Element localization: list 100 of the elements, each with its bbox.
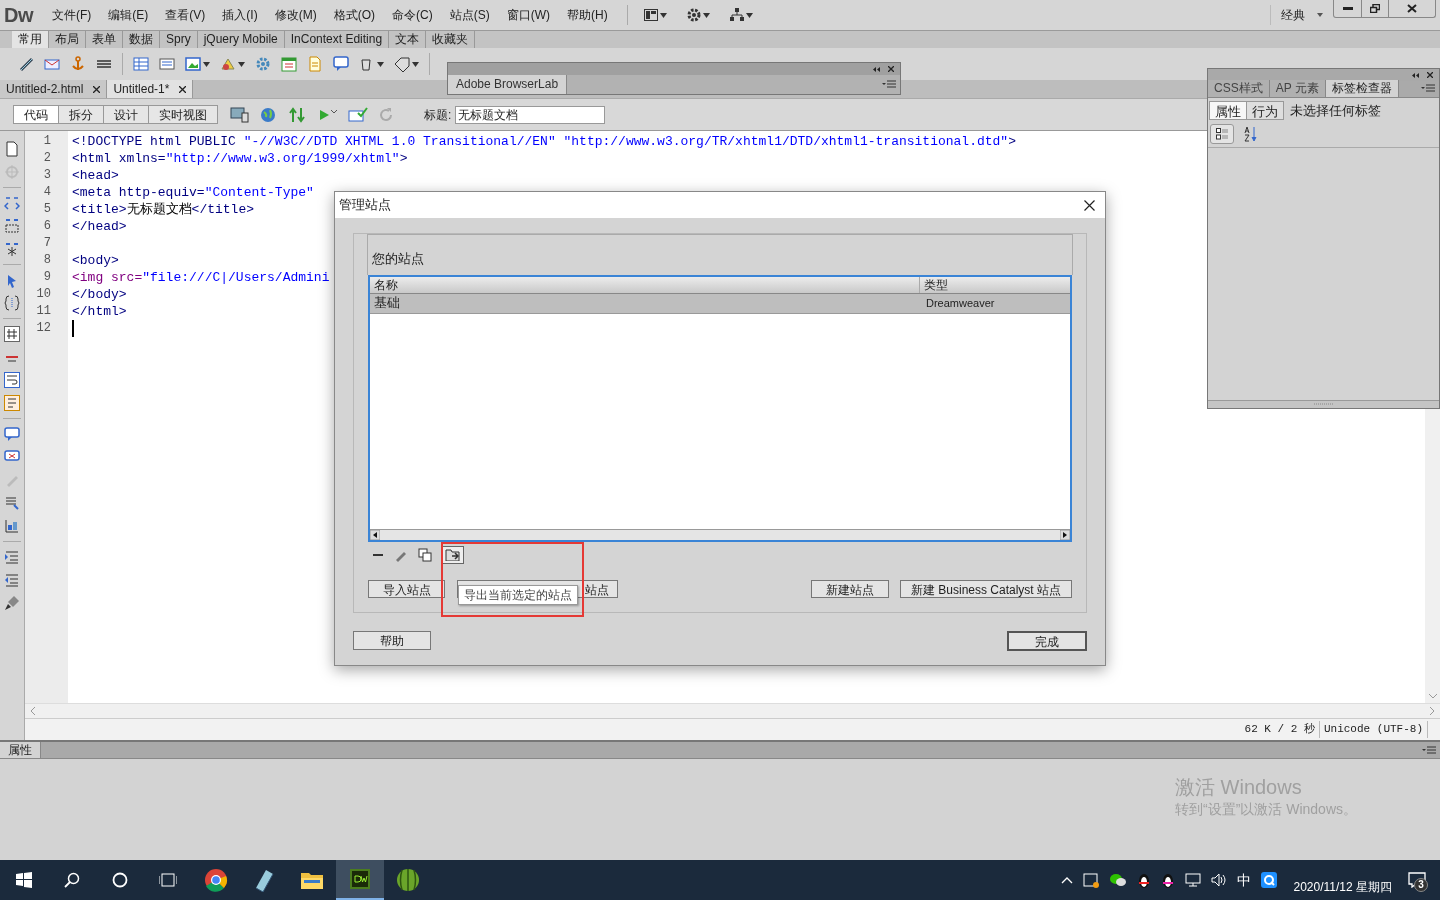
menu-item[interactable]: 查看(V) <box>158 6 213 24</box>
form-icon[interactable] <box>159 56 175 72</box>
panel-tab[interactable]: CSS样式 <box>1208 80 1270 97</box>
braces-icon[interactable] <box>4 295 20 311</box>
folder-icon[interactable] <box>300 870 324 890</box>
column-header[interactable]: 名称 <box>370 276 920 293</box>
view-button[interactable]: 设计 <box>103 105 149 124</box>
menu-item[interactable]: 格式(O) <box>326 6 382 24</box>
view-button[interactable]: 代码 <box>13 105 59 124</box>
penguin-icon[interactable] <box>1137 872 1152 888</box>
hash-icon[interactable] <box>4 326 20 342</box>
close-icon[interactable] <box>93 85 101 93</box>
network-icon[interactable] <box>1185 873 1202 887</box>
caret-icon[interactable] <box>702 12 710 18</box>
chrome-icon[interactable] <box>204 868 228 892</box>
duplicate-icon[interactable] <box>418 548 432 562</box>
tag-icon[interactable] <box>394 56 410 72</box>
column-header[interactable]: 类型 <box>920 276 1070 293</box>
menu-item[interactable]: 文件(F) <box>45 6 99 24</box>
caret-icon[interactable] <box>745 12 753 18</box>
table-icon[interactable] <box>133 56 149 72</box>
image-icon[interactable] <box>185 56 201 72</box>
panel-title[interactable]: 属性 <box>0 742 41 758</box>
paragraph-icon[interactable] <box>4 395 20 411</box>
menu-item[interactable]: 编辑(E) <box>101 6 156 24</box>
document-tab[interactable]: Untitled-2.html <box>0 80 108 98</box>
globe-icon[interactable] <box>260 106 278 123</box>
category-view-button[interactable] <box>1210 123 1234 144</box>
checklist-icon[interactable] <box>348 106 368 123</box>
asterisk-icon[interactable] <box>4 241 20 257</box>
penguin-icon[interactable] <box>1161 872 1176 888</box>
sitemap-icon[interactable] <box>729 8 744 22</box>
brush-icon[interactable] <box>4 595 20 611</box>
panel-tab[interactable]: Adobe BrowserLab <box>448 75 568 94</box>
document-icon[interactable] <box>4 141 20 157</box>
devices-icon[interactable] <box>230 106 250 123</box>
export-site-button[interactable] <box>442 546 464 564</box>
chat-bubbles-icon[interactable] <box>1109 873 1128 887</box>
indent-icon[interactable] <box>4 549 20 565</box>
dashed-box-icon[interactable] <box>4 218 20 234</box>
view-button[interactable]: 拆分 <box>58 105 104 124</box>
menu-item[interactable]: 修改(M) <box>267 6 324 24</box>
sub-tab[interactable]: 属性 <box>1209 101 1247 121</box>
help-button[interactable]: 帮助 <box>353 631 431 650</box>
menu-item[interactable]: 站点(S) <box>442 6 497 24</box>
title-field[interactable]: 无标题文档 <box>455 105 606 124</box>
input-method[interactable]: 中 <box>1237 869 1252 891</box>
q-app-icon[interactable] <box>1261 872 1278 888</box>
windows-start-icon[interactable] <box>16 872 32 888</box>
comment-icon[interactable] <box>4 426 20 442</box>
site-row[interactable]: 基础 Dreamweaver <box>370 293 1070 314</box>
text-lines-icon[interactable] <box>4 495 20 511</box>
close-icon[interactable] <box>1427 72 1433 78</box>
caret-icon[interactable] <box>659 12 667 18</box>
wrap-icon[interactable] <box>4 372 20 388</box>
sync-icon[interactable] <box>1083 872 1100 888</box>
menu-item[interactable]: 帮助(H) <box>560 6 615 24</box>
document-tab[interactable]: Untitled-1* <box>107 80 194 98</box>
panel-tab[interactable]: AP 元素 <box>1269 80 1326 97</box>
insert-tab[interactable]: 常用 <box>12 31 49 48</box>
workspace-switcher[interactable]: 经典 <box>1271 6 1333 24</box>
scroll-left-icon[interactable] <box>370 530 380 540</box>
anchor-icon[interactable] <box>70 56 86 72</box>
caret-icon[interactable] <box>412 61 419 67</box>
layout-icon[interactable] <box>643 9 658 21</box>
sort-az-icon[interactable] <box>1244 125 1258 142</box>
calendar-icon[interactable] <box>281 56 297 72</box>
gear-icon[interactable] <box>686 8 701 22</box>
speech-bubble-icon[interactable] <box>333 56 349 72</box>
sync-arrows-icon[interactable] <box>288 106 308 123</box>
blocks-icon[interactable] <box>4 518 20 534</box>
clock-date[interactable]: 2020/11/12 星期四 <box>1293 878 1392 896</box>
done-button[interactable]: 完成 <box>1007 631 1087 651</box>
scroll-right-icon[interactable] <box>1060 530 1070 540</box>
caret-icon[interactable] <box>238 61 245 67</box>
close-icon[interactable] <box>179 85 187 93</box>
caret-icon[interactable] <box>377 61 384 67</box>
new-catalyst-site-button[interactable]: 新建 Business Catalyst 站点 <box>899 580 1072 598</box>
menu-item[interactable]: 插入(I) <box>215 6 265 24</box>
task-view-icon[interactable] <box>159 872 177 888</box>
menu-item[interactable]: 窗口(W) <box>499 6 557 24</box>
caret-icon[interactable] <box>203 61 210 67</box>
collapse-icon[interactable] <box>1412 72 1419 78</box>
outdent-icon[interactable] <box>4 572 20 588</box>
import-site-button[interactable]: 导入站点 <box>368 580 445 598</box>
dreamweaver-taskbar-button[interactable] <box>336 860 384 900</box>
speaker-icon[interactable] <box>1211 873 1228 887</box>
circle-icon[interactable] <box>112 872 128 888</box>
chevron-up-icon[interactable] <box>1061 876 1074 884</box>
new-site-button[interactable]: 新建站点 <box>810 580 889 598</box>
view-button[interactable]: 实时视图 <box>148 105 218 124</box>
collapse-arrows-icon[interactable] <box>4 195 20 211</box>
menu-item[interactable]: 命令(C) <box>385 6 440 24</box>
notification-icon[interactable] <box>1408 872 1426 888</box>
sub-tab[interactable]: 行为 <box>1246 101 1284 121</box>
collapse-icon[interactable] <box>873 66 880 72</box>
panel-tab[interactable]: 标签检查器 <box>1325 80 1399 97</box>
close-icon[interactable] <box>888 66 894 72</box>
search-icon[interactable] <box>64 872 80 888</box>
envelope-icon[interactable] <box>44 56 60 72</box>
